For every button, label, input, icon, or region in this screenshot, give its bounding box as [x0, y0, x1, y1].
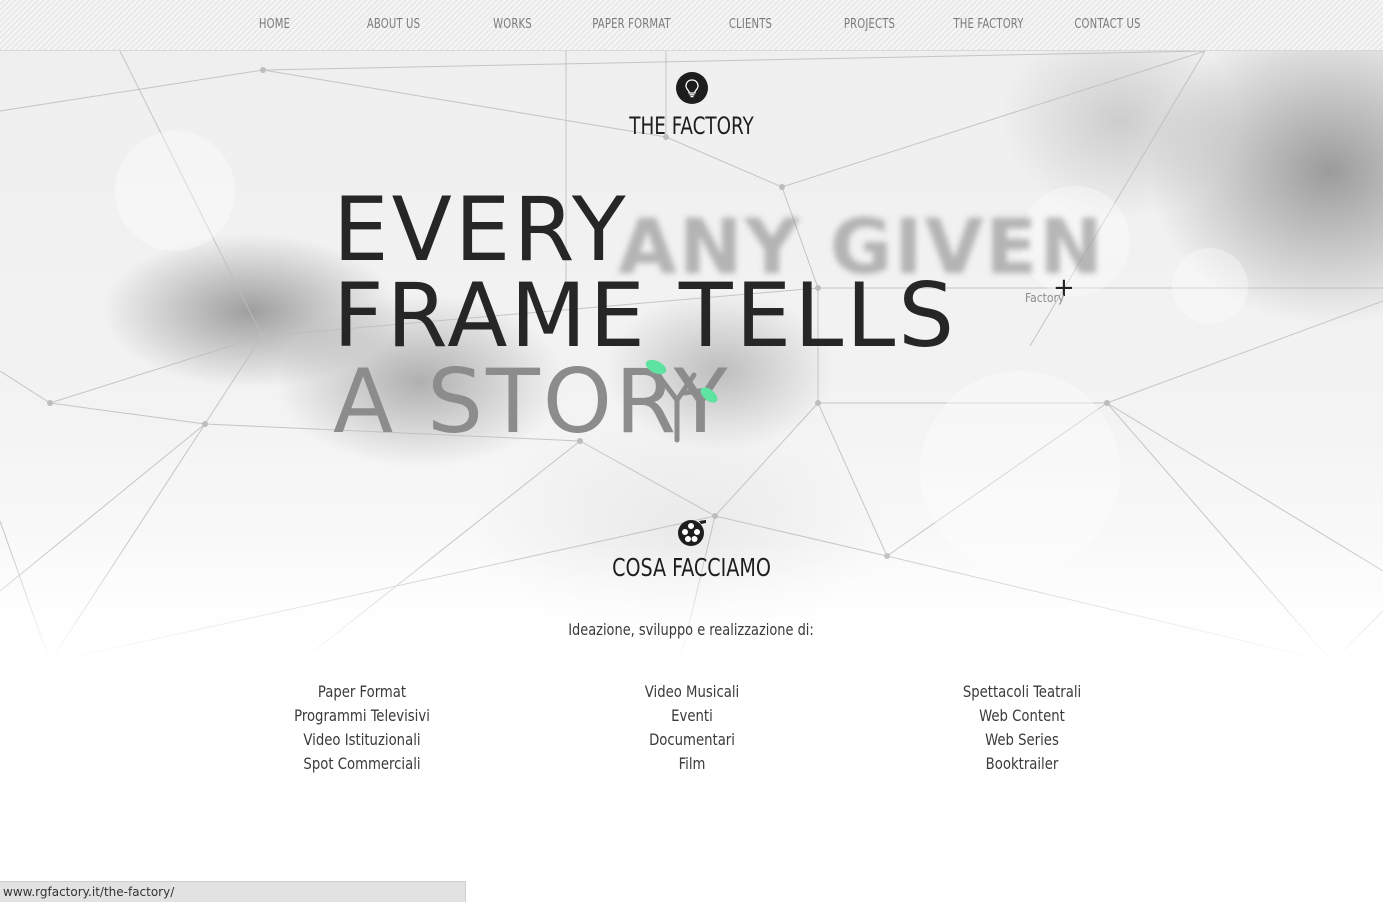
section-title-the-factory: THE FACTORY — [629, 112, 754, 140]
service-item: Film — [678, 754, 706, 773]
headline-line-2: FRAME TELLS — [333, 264, 958, 367]
nav-clients[interactable]: CLIENTS — [699, 0, 801, 50]
nav-the-factory[interactable]: THE FACTORY — [937, 0, 1039, 50]
section-title-cosa-facciamo: COSA FACCIAMO — [612, 553, 771, 582]
service-item: Paper Format — [317, 682, 407, 701]
nav-contact-us[interactable]: CONTACT US — [1056, 0, 1158, 50]
service-item: Eventi — [671, 706, 713, 725]
tree-branch-icon — [645, 359, 718, 443]
service-item: Booktrailer — [985, 754, 1059, 773]
service-item: Programmi Televisivi — [294, 706, 430, 725]
services-column-1: Paper Format Programmi Televisivi Video … — [242, 680, 482, 776]
service-item: Web Content — [979, 706, 1065, 725]
browser-status-bar: www.rgfactory.it/the-factory/ — [0, 881, 466, 902]
services-intro: Ideazione, sviluppo e realizzazione di: — [568, 620, 814, 639]
headline-line-1: EVERY — [333, 178, 629, 281]
nav-home[interactable]: HOME — [223, 0, 325, 50]
service-item: Video Musicali — [644, 682, 740, 701]
nav-works[interactable]: WORKS — [461, 0, 563, 50]
nav-paper-format[interactable]: PAPER FORMAT — [580, 0, 682, 50]
nav-menu: HOME ABOUT US WORKS PAPER FORMAT CLIENTS… — [215, 0, 1167, 50]
service-item: Web Series — [985, 730, 1059, 749]
services-column-2: Video Musicali Eventi Documentari Film — [572, 680, 812, 776]
nav-about-us[interactable]: ABOUT US — [342, 0, 444, 50]
service-item: Spettacoli Teatrali — [962, 682, 1082, 701]
nav-projects[interactable]: PROJECTS — [818, 0, 920, 50]
services-column-3: Spettacoli Teatrali Web Content Web Seri… — [902, 680, 1142, 776]
service-item: Video Istituzionali — [303, 730, 421, 749]
service-item: Documentari — [649, 730, 735, 749]
top-navigation: HOME ABOUT US WORKS PAPER FORMAT CLIENTS… — [0, 0, 1383, 51]
film-reel-icon — [678, 520, 706, 546]
factory-marker-label: Factory — [1025, 291, 1065, 305]
lightbulb-icon — [676, 72, 708, 104]
service-item: Spot Commerciali — [303, 754, 421, 773]
